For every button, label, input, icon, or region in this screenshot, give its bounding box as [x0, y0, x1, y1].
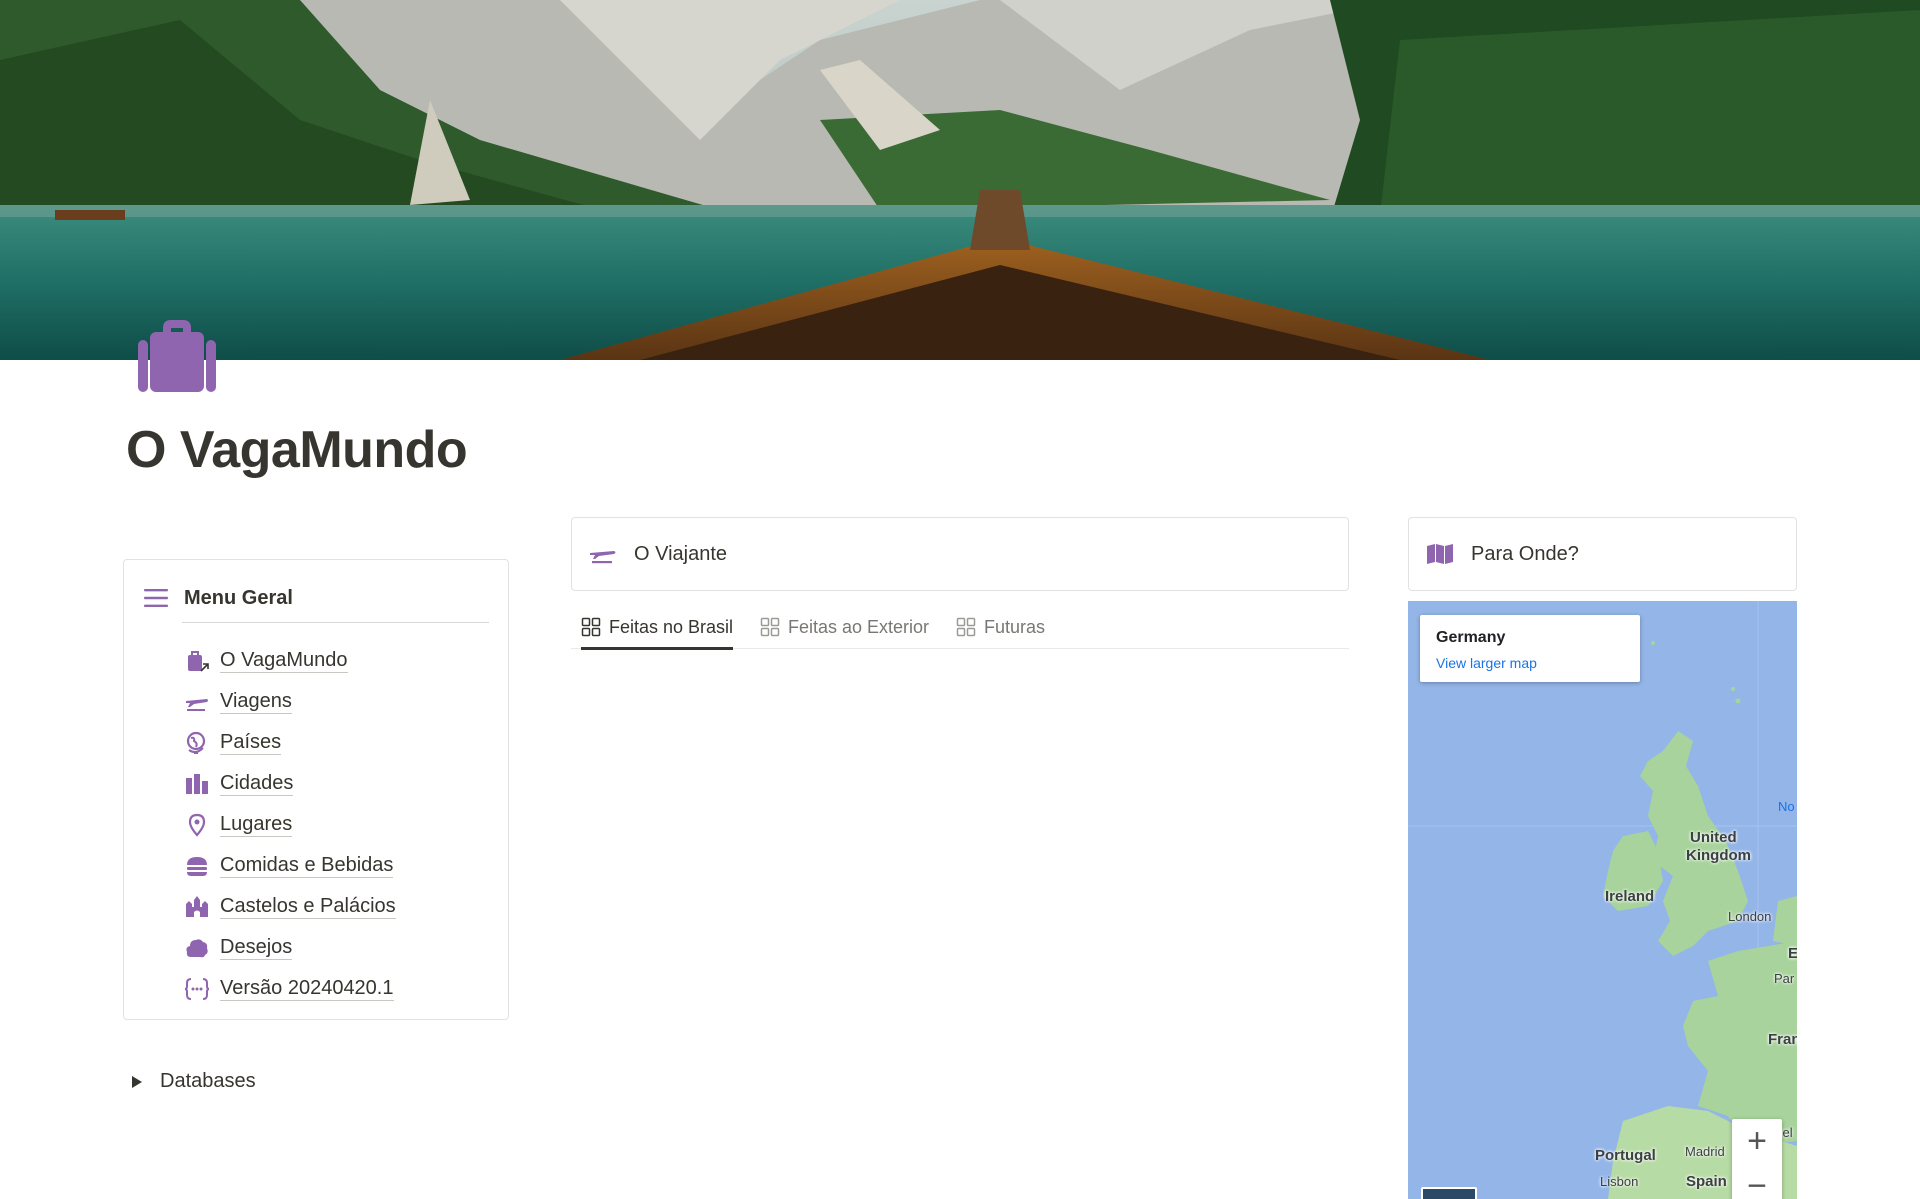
view-larger-map-link[interactable]: View larger map: [1436, 655, 1537, 671]
airplane-icon: [184, 689, 210, 715]
airplane-icon: [588, 539, 618, 569]
map-label-london: London: [1728, 909, 1772, 924]
map-label-ireland: Ireland: [1605, 888, 1655, 905]
map-label-united: United: [1690, 829, 1737, 846]
view-tabs: Feitas no Brasil Feitas ao Exterior Futu…: [571, 606, 1349, 650]
menu-item-label: Desejos: [220, 936, 293, 960]
map-label-kingdom: Kingdom: [1686, 847, 1751, 864]
menu-geral-card: Menu Geral O VagaMundo Viagens Países Ci: [123, 559, 509, 1020]
cloud-icon: [184, 935, 210, 961]
menu-item-label: Viagens: [220, 690, 292, 714]
menu-item-label: Castelos e Palácios: [220, 895, 396, 919]
menu-item-lugares[interactable]: Lugares: [184, 804, 396, 845]
code-braces-icon: [184, 976, 210, 1002]
burger-icon: [184, 853, 210, 879]
map-place-card: Germany View larger map: [1420, 615, 1640, 682]
menu-item-label: Comidas e Bebidas: [220, 854, 394, 878]
menu-list: O VagaMundo Viagens Países Cidades Lugar…: [184, 640, 396, 1009]
gallery-icon: [581, 617, 601, 637]
map-label-portugal: Portugal: [1595, 1147, 1656, 1164]
toggle-triangle-icon: [132, 1075, 142, 1088]
map-label-france: Fran: [1768, 1031, 1797, 1048]
zoom-out-button[interactable]: −: [1732, 1164, 1782, 1199]
menu-item-o-vagamundo[interactable]: O VagaMundo: [184, 640, 396, 681]
map-label-paris: Par: [1774, 971, 1795, 986]
map-pin-icon: [184, 812, 210, 838]
suitcase-link-icon: [184, 648, 210, 674]
menu-item-label: O VagaMundo: [220, 649, 348, 673]
map-icon: [1425, 539, 1455, 569]
menu-item-cidades[interactable]: Cidades: [184, 763, 396, 804]
gallery-icon: [760, 617, 780, 637]
map-embed[interactable]: Germany View larger map United Kingdom I…: [1408, 601, 1797, 1199]
para-onde-callout: Para Onde?: [1408, 517, 1797, 591]
menu-item-label: Lugares: [220, 813, 293, 837]
databases-label: Databases: [160, 1070, 256, 1092]
map-zoom-control: + −: [1732, 1119, 1782, 1199]
suitcase-icon[interactable]: [136, 318, 218, 394]
databases-toggle[interactable]: Databases: [132, 1070, 256, 1093]
tab-futuras[interactable]: Futuras: [956, 606, 1045, 648]
tab-label: Feitas ao Exterior: [788, 616, 930, 637]
map-label-lisbon: Lisbon: [1600, 1174, 1639, 1189]
tab-label: Futuras: [984, 616, 1046, 637]
map-label-north-sea: No: [1778, 799, 1795, 814]
menu-item-label: Cidades: [220, 772, 294, 796]
menu-header: Menu Geral: [144, 584, 293, 612]
menu-item-viagens[interactable]: Viagens: [184, 681, 396, 722]
menu-divider: [182, 622, 489, 623]
o-viajante-callout: O Viajante: [571, 517, 1349, 591]
map-label-madrid: Madrid: [1685, 1144, 1725, 1159]
menu-item-castelos-e-palacios[interactable]: Castelos e Palácios: [184, 886, 396, 927]
map-place-name: Germany: [1436, 629, 1506, 646]
map-label-spain: Spain: [1686, 1173, 1727, 1190]
map-background: [1408, 601, 1797, 1199]
tab-feitas-ao-exterior[interactable]: Feitas ao Exterior: [760, 606, 929, 648]
menu-title: Menu Geral: [184, 586, 293, 609]
tab-label: Feitas no Brasil: [609, 616, 734, 637]
menu-item-label: Versão 20240420.1: [220, 977, 394, 1001]
o-viajante-title: O Viajante: [634, 542, 728, 565]
gallery-icon: [956, 617, 976, 637]
para-onde-title: Para Onde?: [1471, 542, 1579, 565]
globe-icon: [184, 730, 210, 756]
menu-item-paises[interactable]: Países: [184, 722, 396, 763]
menu-icon: [144, 589, 168, 607]
page-title: O VagaMundo: [126, 421, 468, 479]
tab-feitas-no-brasil[interactable]: Feitas no Brasil: [581, 606, 734, 650]
zoom-in-button[interactable]: +: [1732, 1119, 1782, 1164]
castle-icon: [184, 894, 210, 920]
map-label-partial: E: [1788, 945, 1797, 962]
map-type-thumbnail[interactable]: [1421, 1187, 1477, 1199]
menu-item-versao[interactable]: Versão 20240420.1: [184, 968, 396, 1009]
menu-item-label: Países: [220, 731, 282, 755]
menu-item-comidas-e-bebidas[interactable]: Comidas e Bebidas: [184, 845, 396, 886]
cover-image: [0, 0, 1920, 360]
city-icon: [184, 771, 210, 797]
menu-item-desejos[interactable]: Desejos: [184, 927, 396, 968]
